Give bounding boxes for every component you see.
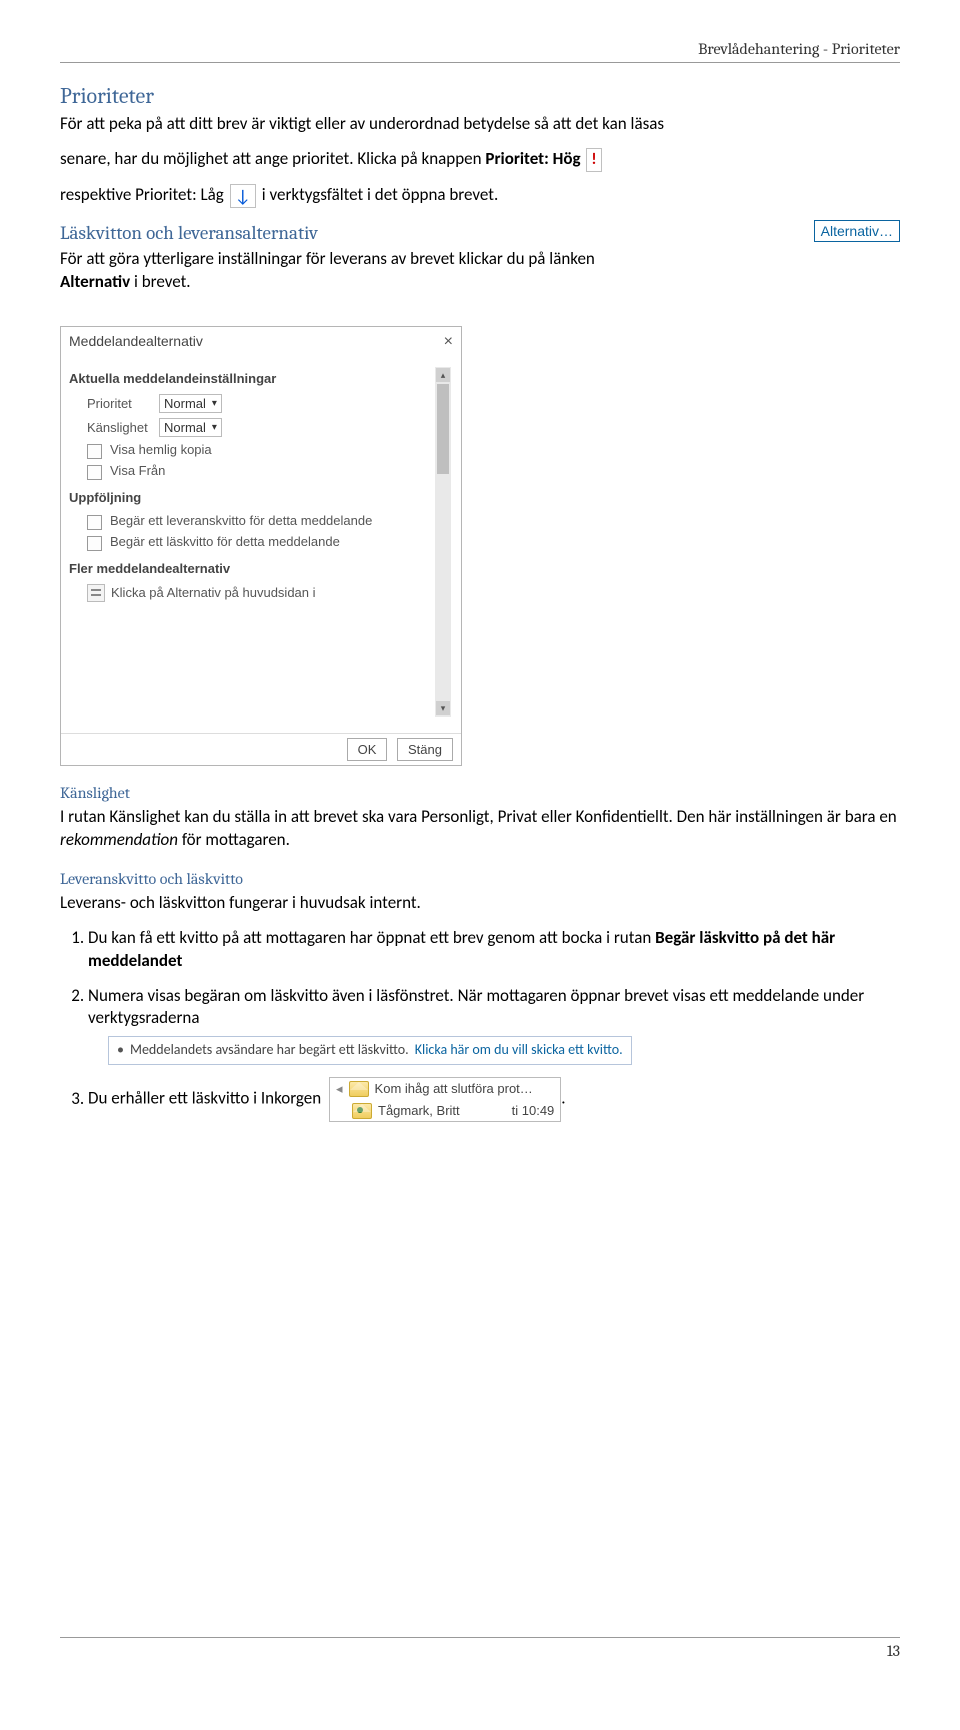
subsub-receipts: Leveranskvitto och läskvitto — [60, 870, 900, 888]
checkbox-from[interactable] — [87, 465, 102, 480]
ok-button[interactable]: OK — [347, 738, 388, 761]
text: i verktygsfältet i det öppna brevet. — [262, 184, 498, 205]
scrollbar[interactable]: ▴ ▾ — [435, 367, 451, 717]
checkbox-delivery-receipt-label: Begär ett leveranskvitto för detta medde… — [110, 513, 372, 528]
chevron-down-icon: ▾ — [212, 398, 217, 409]
flag-icon: ◂ — [336, 1080, 343, 1098]
list-item: Du kan få ett kvitto på att mottagaren h… — [88, 927, 900, 973]
scroll-down-icon[interactable]: ▾ — [436, 701, 450, 715]
body-paragraph: I rutan Känslighet kan du ställa in att … — [60, 806, 900, 852]
alternativ-link-button[interactable]: Alternativ… — [814, 220, 900, 242]
infobar-link[interactable]: Klicka här om du vill skicka ett kvitto. — [415, 1041, 623, 1060]
list-item: Du erhåller ett läskvitto i Inkorgen ◂ K… — [88, 1077, 900, 1122]
checkbox-bcc-label: Visa hemlig kopia — [110, 442, 212, 457]
message-options-dialog: Meddelandealternativ × Aktuella meddelan… — [60, 326, 462, 766]
text: För att göra ytterligare inställningar f… — [60, 248, 595, 269]
inbox-subject: Kom ihåg att slutföra prot… — [375, 1080, 533, 1098]
emphasized-text: rekommendation — [60, 829, 178, 850]
priority-high-icon: ! — [586, 148, 601, 172]
inbox-time: ti 10:49 — [512, 1102, 555, 1120]
doc-header: Brevlådehantering - Prioriteter — [60, 40, 900, 63]
more-options-text: Klicka på Alternativ på huvudsidan i — [111, 585, 316, 600]
dialog-title: Meddelandealternativ — [69, 333, 203, 351]
close-button[interactable]: Stäng — [397, 738, 453, 761]
priority-low-icon: ↓ — [230, 184, 256, 208]
numbered-list: Du kan få ett kvitto på att mottagaren h… — [60, 927, 900, 1123]
checkbox-read-receipt[interactable] — [87, 536, 102, 551]
bullet-icon: • — [117, 1041, 124, 1060]
text: för mottagaren. — [178, 829, 290, 850]
scroll-thumb[interactable] — [437, 384, 449, 474]
text: respektive Prioritet: Låg — [60, 184, 224, 205]
sensitivity-select[interactable]: Normal ▾ — [159, 418, 222, 437]
text: Numera visas begäran om läskvitto även i… — [88, 985, 864, 1029]
subsub-sensitivity: Känslighet — [60, 784, 900, 802]
sensitivity-select-value: Normal — [164, 420, 206, 435]
inbox-snippet: ◂ Kom ihåg att slutföra prot… Tågmark, B… — [329, 1077, 561, 1122]
envelope-icon — [349, 1081, 369, 1097]
priority-select-value: Normal — [164, 396, 206, 411]
text: Du erhåller ett läskvitto i Inkorgen — [88, 1088, 321, 1109]
text: senare, har du möjlighet att ange priori… — [60, 148, 485, 169]
list-item: Numera visas begäran om läskvitto även i… — [88, 985, 900, 1066]
close-icon[interactable]: × — [444, 333, 453, 351]
dialog-section-followup: Uppföljning — [69, 490, 431, 505]
reading-pane-infobar: • Meddelandets avsändare har begärt ett … — [108, 1036, 632, 1065]
text: För att peka på att ditt brev är viktigt… — [60, 113, 664, 134]
body-paragraph: respektive Prioritet: Låg ↓ i verktygsfä… — [60, 184, 900, 208]
checkbox-read-receipt-label: Begär ett läskvitto för detta meddelande — [110, 534, 340, 549]
priority-label: Prioritet — [87, 396, 159, 411]
dialog-section-more: Fler meddelandealternativ — [69, 561, 431, 576]
dialog-section-current: Aktuella meddelandeinställningar — [69, 371, 431, 386]
envelope-sealed-icon — [352, 1103, 372, 1119]
page-footer: 13 — [60, 1637, 900, 1660]
checkbox-bcc[interactable] — [87, 444, 102, 459]
body-paragraph: För att göra ytterligare inställningar f… — [60, 248, 660, 294]
text: I rutan Känslighet kan du ställa in att … — [60, 806, 897, 827]
label-priority-high: Prioritet: Hög — [485, 148, 580, 169]
list-icon — [87, 584, 105, 602]
chevron-down-icon: ▾ — [212, 422, 217, 433]
sensitivity-label: Känslighet — [87, 420, 159, 435]
subsection-laskvitton: Läskvitton och leveransalternativ — [60, 222, 900, 244]
checkbox-delivery-receipt[interactable] — [87, 515, 102, 530]
body-paragraph: För att peka på att ditt brev är viktigt… — [60, 113, 900, 136]
body-paragraph: senare, har du möjlighet att ange priori… — [60, 148, 900, 172]
inbox-sender: Tågmark, Britt — [378, 1102, 460, 1120]
priority-select[interactable]: Normal ▾ — [159, 394, 222, 413]
scroll-up-icon[interactable]: ▴ — [436, 368, 450, 382]
checkbox-from-label: Visa Från — [110, 463, 165, 478]
text: Du kan få ett kvitto på att mottagaren h… — [88, 927, 655, 948]
section-title-prioriteter: Prioriteter — [60, 83, 900, 109]
infobar-text: Meddelandets avsändare har begärt ett lä… — [130, 1041, 409, 1060]
label-alternativ: Alternativ — [60, 271, 130, 292]
body-paragraph: Leverans- och läskvitton fungerar i huvu… — [60, 892, 900, 915]
text: i brevet. — [130, 271, 190, 292]
